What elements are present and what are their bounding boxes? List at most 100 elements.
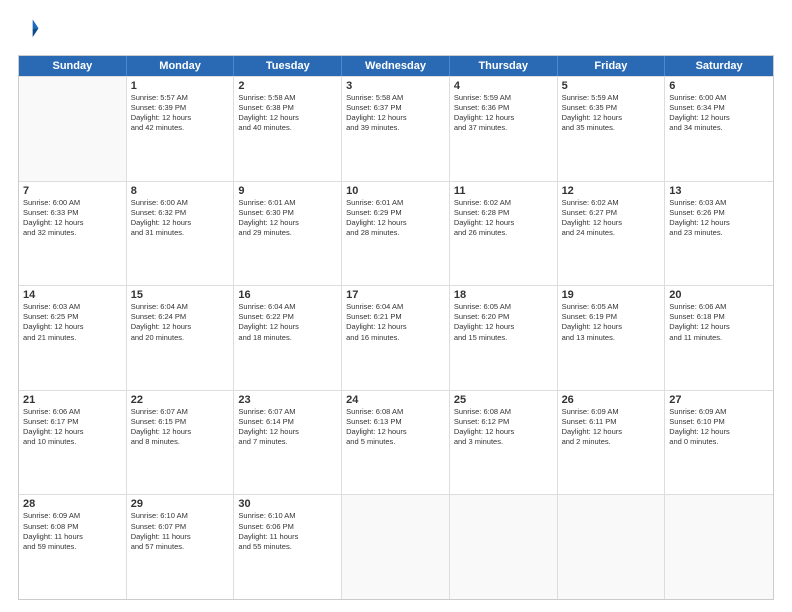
header-day-thursday: Thursday [450, 56, 558, 76]
day-number: 13 [669, 185, 769, 197]
cell-detail: Sunrise: 6:03 AM Sunset: 6:25 PM Dayligh… [23, 302, 122, 343]
cell-detail: Sunrise: 6:01 AM Sunset: 6:30 PM Dayligh… [238, 198, 337, 239]
cell-detail: Sunrise: 6:06 AM Sunset: 6:17 PM Dayligh… [23, 407, 122, 448]
cell-detail: Sunrise: 5:58 AM Sunset: 6:37 PM Dayligh… [346, 93, 445, 134]
calendar-cell: 4Sunrise: 5:59 AM Sunset: 6:36 PM Daylig… [450, 77, 558, 181]
day-number: 11 [454, 185, 553, 197]
cell-detail: Sunrise: 6:09 AM Sunset: 6:10 PM Dayligh… [669, 407, 769, 448]
cell-detail: Sunrise: 6:02 AM Sunset: 6:28 PM Dayligh… [454, 198, 553, 239]
day-number: 10 [346, 185, 445, 197]
calendar-cell: 18Sunrise: 6:05 AM Sunset: 6:20 PM Dayli… [450, 286, 558, 390]
day-number: 28 [23, 498, 122, 510]
calendar-cell [665, 495, 773, 599]
day-number: 6 [669, 80, 769, 92]
day-number: 23 [238, 394, 337, 406]
day-number: 2 [238, 80, 337, 92]
logo-icon [18, 18, 40, 40]
cell-detail: Sunrise: 6:07 AM Sunset: 6:14 PM Dayligh… [238, 407, 337, 448]
cell-detail: Sunrise: 6:00 AM Sunset: 6:34 PM Dayligh… [669, 93, 769, 134]
calendar-cell: 2Sunrise: 5:58 AM Sunset: 6:38 PM Daylig… [234, 77, 342, 181]
cell-detail: Sunrise: 5:57 AM Sunset: 6:39 PM Dayligh… [131, 93, 230, 134]
calendar-cell: 9Sunrise: 6:01 AM Sunset: 6:30 PM Daylig… [234, 182, 342, 286]
day-number: 7 [23, 185, 122, 197]
header-day-monday: Monday [127, 56, 235, 76]
header-day-sunday: Sunday [19, 56, 127, 76]
day-number: 26 [562, 394, 661, 406]
calendar-row-2: 14Sunrise: 6:03 AM Sunset: 6:25 PM Dayli… [19, 285, 773, 390]
calendar-cell: 7Sunrise: 6:00 AM Sunset: 6:33 PM Daylig… [19, 182, 127, 286]
cell-detail: Sunrise: 5:58 AM Sunset: 6:38 PM Dayligh… [238, 93, 337, 134]
calendar-cell: 25Sunrise: 6:08 AM Sunset: 6:12 PM Dayli… [450, 391, 558, 495]
cell-detail: Sunrise: 6:09 AM Sunset: 6:08 PM Dayligh… [23, 511, 122, 552]
day-number: 14 [23, 289, 122, 301]
cell-detail: Sunrise: 6:07 AM Sunset: 6:15 PM Dayligh… [131, 407, 230, 448]
day-number: 29 [131, 498, 230, 510]
cell-detail: Sunrise: 6:08 AM Sunset: 6:12 PM Dayligh… [454, 407, 553, 448]
cell-detail: Sunrise: 6:04 AM Sunset: 6:21 PM Dayligh… [346, 302, 445, 343]
day-number: 20 [669, 289, 769, 301]
cell-detail: Sunrise: 6:00 AM Sunset: 6:33 PM Dayligh… [23, 198, 122, 239]
cell-detail: Sunrise: 6:00 AM Sunset: 6:32 PM Dayligh… [131, 198, 230, 239]
calendar-cell: 13Sunrise: 6:03 AM Sunset: 6:26 PM Dayli… [665, 182, 773, 286]
cell-detail: Sunrise: 6:09 AM Sunset: 6:11 PM Dayligh… [562, 407, 661, 448]
day-number: 1 [131, 80, 230, 92]
calendar-cell: 29Sunrise: 6:10 AM Sunset: 6:07 PM Dayli… [127, 495, 235, 599]
cell-detail: Sunrise: 5:59 AM Sunset: 6:36 PM Dayligh… [454, 93, 553, 134]
day-number: 16 [238, 289, 337, 301]
calendar-cell [558, 495, 666, 599]
calendar-cell: 16Sunrise: 6:04 AM Sunset: 6:22 PM Dayli… [234, 286, 342, 390]
calendar-cell: 5Sunrise: 5:59 AM Sunset: 6:35 PM Daylig… [558, 77, 666, 181]
header-day-wednesday: Wednesday [342, 56, 450, 76]
calendar-cell: 30Sunrise: 6:10 AM Sunset: 6:06 PM Dayli… [234, 495, 342, 599]
day-number: 21 [23, 394, 122, 406]
day-number: 4 [454, 80, 553, 92]
calendar-cell [342, 495, 450, 599]
cell-detail: Sunrise: 6:08 AM Sunset: 6:13 PM Dayligh… [346, 407, 445, 448]
calendar-row-1: 7Sunrise: 6:00 AM Sunset: 6:33 PM Daylig… [19, 181, 773, 286]
day-number: 24 [346, 394, 445, 406]
cell-detail: Sunrise: 6:04 AM Sunset: 6:22 PM Dayligh… [238, 302, 337, 343]
logo [18, 18, 42, 45]
calendar-cell: 11Sunrise: 6:02 AM Sunset: 6:28 PM Dayli… [450, 182, 558, 286]
day-number: 25 [454, 394, 553, 406]
calendar-cell: 21Sunrise: 6:06 AM Sunset: 6:17 PM Dayli… [19, 391, 127, 495]
cell-detail: Sunrise: 5:59 AM Sunset: 6:35 PM Dayligh… [562, 93, 661, 134]
page: SundayMondayTuesdayWednesdayThursdayFrid… [0, 0, 792, 612]
calendar-cell: 10Sunrise: 6:01 AM Sunset: 6:29 PM Dayli… [342, 182, 450, 286]
day-number: 15 [131, 289, 230, 301]
cell-detail: Sunrise: 6:02 AM Sunset: 6:27 PM Dayligh… [562, 198, 661, 239]
calendar-cell: 14Sunrise: 6:03 AM Sunset: 6:25 PM Dayli… [19, 286, 127, 390]
day-number: 30 [238, 498, 337, 510]
day-number: 8 [131, 185, 230, 197]
cell-detail: Sunrise: 6:10 AM Sunset: 6:07 PM Dayligh… [131, 511, 230, 552]
calendar-cell: 22Sunrise: 6:07 AM Sunset: 6:15 PM Dayli… [127, 391, 235, 495]
calendar-cell: 8Sunrise: 6:00 AM Sunset: 6:32 PM Daylig… [127, 182, 235, 286]
calendar-cell: 12Sunrise: 6:02 AM Sunset: 6:27 PM Dayli… [558, 182, 666, 286]
day-number: 18 [454, 289, 553, 301]
header-day-friday: Friday [558, 56, 666, 76]
cell-detail: Sunrise: 6:06 AM Sunset: 6:18 PM Dayligh… [669, 302, 769, 343]
cell-detail: Sunrise: 6:05 AM Sunset: 6:19 PM Dayligh… [562, 302, 661, 343]
header-day-tuesday: Tuesday [234, 56, 342, 76]
day-number: 27 [669, 394, 769, 406]
day-number: 19 [562, 289, 661, 301]
calendar-cell [19, 77, 127, 181]
calendar-row-4: 28Sunrise: 6:09 AM Sunset: 6:08 PM Dayli… [19, 494, 773, 599]
cell-detail: Sunrise: 6:05 AM Sunset: 6:20 PM Dayligh… [454, 302, 553, 343]
cell-detail: Sunrise: 6:04 AM Sunset: 6:24 PM Dayligh… [131, 302, 230, 343]
header [18, 18, 774, 45]
calendar-header: SundayMondayTuesdayWednesdayThursdayFrid… [19, 56, 773, 76]
cell-detail: Sunrise: 6:01 AM Sunset: 6:29 PM Dayligh… [346, 198, 445, 239]
calendar-cell: 27Sunrise: 6:09 AM Sunset: 6:10 PM Dayli… [665, 391, 773, 495]
header-day-saturday: Saturday [665, 56, 773, 76]
calendar-cell: 6Sunrise: 6:00 AM Sunset: 6:34 PM Daylig… [665, 77, 773, 181]
calendar-row-0: 1Sunrise: 5:57 AM Sunset: 6:39 PM Daylig… [19, 76, 773, 181]
calendar-cell: 23Sunrise: 6:07 AM Sunset: 6:14 PM Dayli… [234, 391, 342, 495]
calendar-cell: 28Sunrise: 6:09 AM Sunset: 6:08 PM Dayli… [19, 495, 127, 599]
calendar-cell: 3Sunrise: 5:58 AM Sunset: 6:37 PM Daylig… [342, 77, 450, 181]
calendar-row-3: 21Sunrise: 6:06 AM Sunset: 6:17 PM Dayli… [19, 390, 773, 495]
day-number: 22 [131, 394, 230, 406]
calendar-cell [450, 495, 558, 599]
calendar-cell: 19Sunrise: 6:05 AM Sunset: 6:19 PM Dayli… [558, 286, 666, 390]
calendar-body: 1Sunrise: 5:57 AM Sunset: 6:39 PM Daylig… [19, 76, 773, 599]
